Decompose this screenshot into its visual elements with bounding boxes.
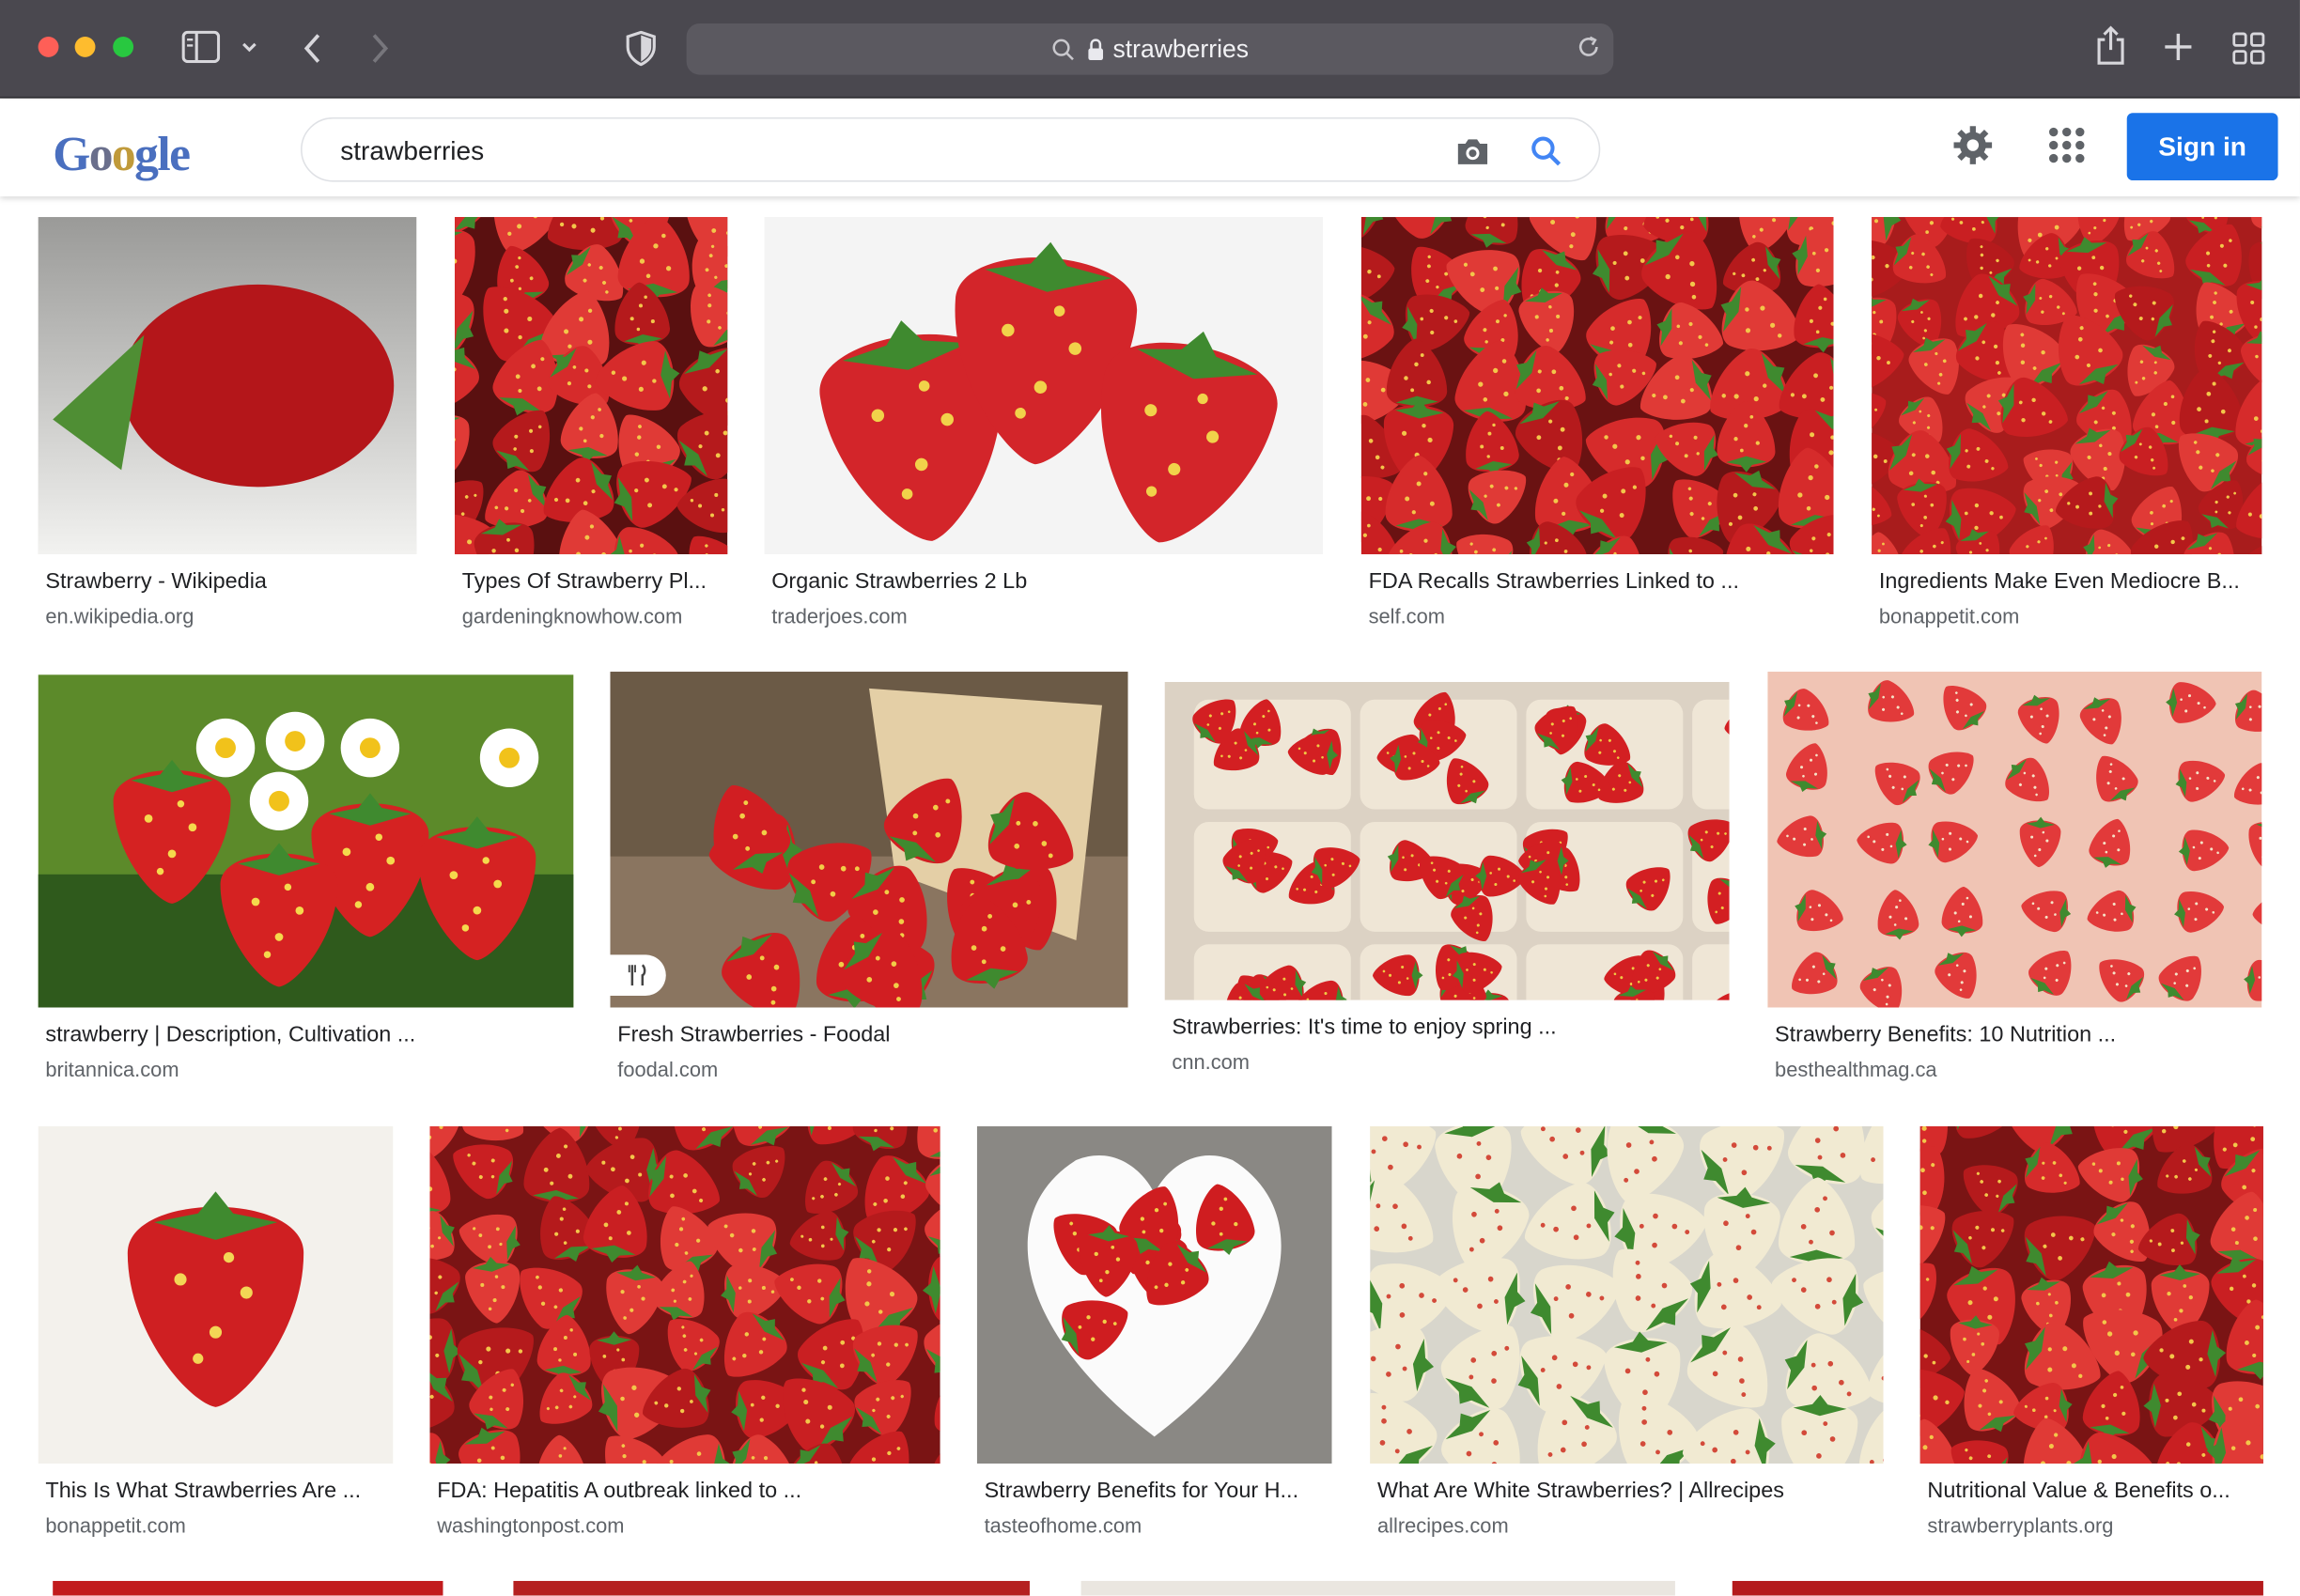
image-result[interactable]: This Is What Strawberries Are ... bonappe… [39, 1126, 394, 1552]
sign-in-button[interactable]: Sign in [2127, 113, 2278, 180]
share-icon[interactable] [2094, 25, 2126, 67]
result-thumbnail[interactable] [1081, 1581, 1675, 1596]
search-icon [1051, 38, 1075, 61]
gear-icon[interactable] [1950, 123, 1995, 175]
result-site[interactable]: gardeningknowhow.com [462, 604, 683, 628]
result-thumbnail[interactable] [1872, 217, 2261, 554]
image-result[interactable]: Strawberry Benefits for Your H... tasteof… [977, 1126, 1332, 1552]
result-title[interactable]: Strawberries: It's time to enjoy spring … [1172, 1015, 1721, 1040]
result-title[interactable]: Strawberry Benefits: 10 Nutrition ... [1775, 1022, 2255, 1047]
result-thumbnail[interactable] [1920, 1126, 2263, 1464]
result-thumbnail[interactable] [977, 1126, 1332, 1464]
chevron-left-icon[interactable] [303, 32, 323, 64]
result-site[interactable]: britannica.com [45, 1058, 179, 1081]
address-bar[interactable]: strawberries [687, 23, 1614, 75]
image-result[interactable]: Strawberry - Wikipedia en.wikipedia.org [39, 217, 417, 643]
image-result[interactable]: strawberry | Description, Cultivation ..… [39, 674, 574, 1095]
zoom-window-button[interactable] [113, 37, 133, 57]
result-title[interactable]: Strawberry Benefits for Your H... [985, 1479, 1325, 1504]
result-thumbnail[interactable] [1165, 682, 1730, 1000]
image-result[interactable]: Nutritional Value & Benefits o... strawbe… [1920, 1126, 2263, 1552]
result-site[interactable]: bonappetit.com [1879, 604, 2019, 628]
result-title[interactable]: Strawberry - Wikipedia [45, 569, 409, 595]
result-thumbnail[interactable] [764, 217, 1323, 554]
sidebar-icon[interactable] [182, 31, 221, 63]
result-site[interactable]: bonappetit.com [45, 1513, 185, 1537]
search-icon[interactable] [1529, 133, 1563, 176]
result-site[interactable]: strawberryplants.org [1927, 1513, 2113, 1537]
result-thumbnail[interactable] [39, 674, 574, 1007]
image-result[interactable]: Types Of Strawberry Pl... gardeningknowho… [455, 217, 727, 643]
shield-icon[interactable] [625, 31, 657, 66]
result-thumbnail[interactable] [429, 1126, 940, 1464]
result-site[interactable]: self.com [1369, 604, 1445, 628]
result-thumbnail[interactable] [455, 217, 727, 554]
result-thumbnail[interactable] [53, 1581, 443, 1596]
result-site[interactable]: besthealthmag.ca [1775, 1058, 1937, 1081]
lock-icon [1086, 38, 1104, 61]
result-title[interactable]: Nutritional Value & Benefits o... [1927, 1479, 2256, 1504]
result-thumbnail[interactable] [39, 217, 417, 554]
result-site[interactable]: en.wikipedia.org [45, 604, 194, 628]
result-site[interactable]: washingtonpost.com [437, 1513, 624, 1537]
google-logo[interactable]: Google [53, 129, 189, 183]
result-thumbnail[interactable] [39, 1126, 394, 1464]
result-thumbnail[interactable] [513, 1581, 1030, 1596]
fork-knife-icon [610, 954, 665, 996]
browser-toolbar: strawberries [0, 0, 2300, 99]
result-site[interactable]: foodal.com [617, 1058, 718, 1081]
image-result[interactable]: Ingredients Make Even Mediocre B... bonap… [1872, 217, 2261, 643]
image-result[interactable]: FDA: Hepatitis A outbreak linked to ... w… [429, 1126, 940, 1552]
screen: strawberries Google [0, 0, 2300, 1596]
result-site[interactable]: traderjoes.com [771, 604, 908, 628]
image-result[interactable]: Strawberries: It's time to enjoy spring … [1165, 682, 1730, 1088]
result-title[interactable]: What Are White Strawberries? | Allrecipe… [1377, 1479, 1876, 1504]
close-window-button[interactable] [39, 37, 59, 57]
result-thumbnail[interactable] [1361, 217, 1834, 554]
result-thumbnail[interactable] [1767, 672, 2261, 1008]
result-title[interactable]: Organic Strawberries 2 Lb [771, 569, 1315, 595]
result-site[interactable]: cnn.com [1172, 1050, 1250, 1074]
result-thumbnail[interactable] [1370, 1126, 1883, 1464]
minimize-window-button[interactable] [75, 37, 96, 57]
chevron-right-icon[interactable] [369, 32, 390, 64]
image-result[interactable]: What Are White Strawberries? | Allrecipe… [1370, 1126, 1883, 1552]
reload-icon[interactable] [1576, 34, 1602, 68]
result-site[interactable]: allrecipes.com [1377, 1513, 1509, 1537]
result-title[interactable]: Ingredients Make Even Mediocre B... [1879, 569, 2255, 595]
search-input[interactable] [340, 133, 1367, 168]
result-title[interactable]: Types Of Strawberry Pl... [462, 569, 721, 595]
camera-icon[interactable] [1455, 135, 1490, 175]
result-thumbnail[interactable] [610, 672, 1127, 1008]
result-title[interactable]: Fresh Strawberries - Foodal [617, 1022, 1120, 1047]
plus-icon[interactable] [2164, 32, 2193, 61]
image-result[interactable]: FDA Recalls Strawberries Linked to ... se… [1361, 217, 1834, 643]
result-title[interactable]: strawberry | Description, Cultivation ..… [45, 1022, 566, 1047]
result-title[interactable]: FDA: Hepatitis A outbreak linked to ... [437, 1479, 933, 1504]
image-result[interactable]: Organic Strawberries 2 Lb traderjoes.com [764, 217, 1323, 643]
image-result[interactable]: Strawberry Benefits: 10 Nutrition ... bes… [1767, 672, 2261, 1095]
apps-icon[interactable] [2047, 126, 2086, 171]
search-box[interactable] [301, 117, 1600, 182]
result-site[interactable]: tasteofhome.com [985, 1513, 1142, 1537]
result-title[interactable]: This Is What Strawberries Are ... [45, 1479, 385, 1504]
result-thumbnail[interactable] [1733, 1581, 2263, 1596]
address-text: strawberries [1112, 35, 1249, 64]
result-title[interactable]: FDA Recalls Strawberries Linked to ... [1369, 569, 1826, 595]
google-header: Google Sign in [0, 100, 2300, 196]
grid-icon[interactable] [2232, 32, 2264, 64]
image-result[interactable]: Fresh Strawberries - Foodal foodal.com [610, 672, 1127, 1095]
chevron-down-icon[interactable] [241, 39, 258, 54]
